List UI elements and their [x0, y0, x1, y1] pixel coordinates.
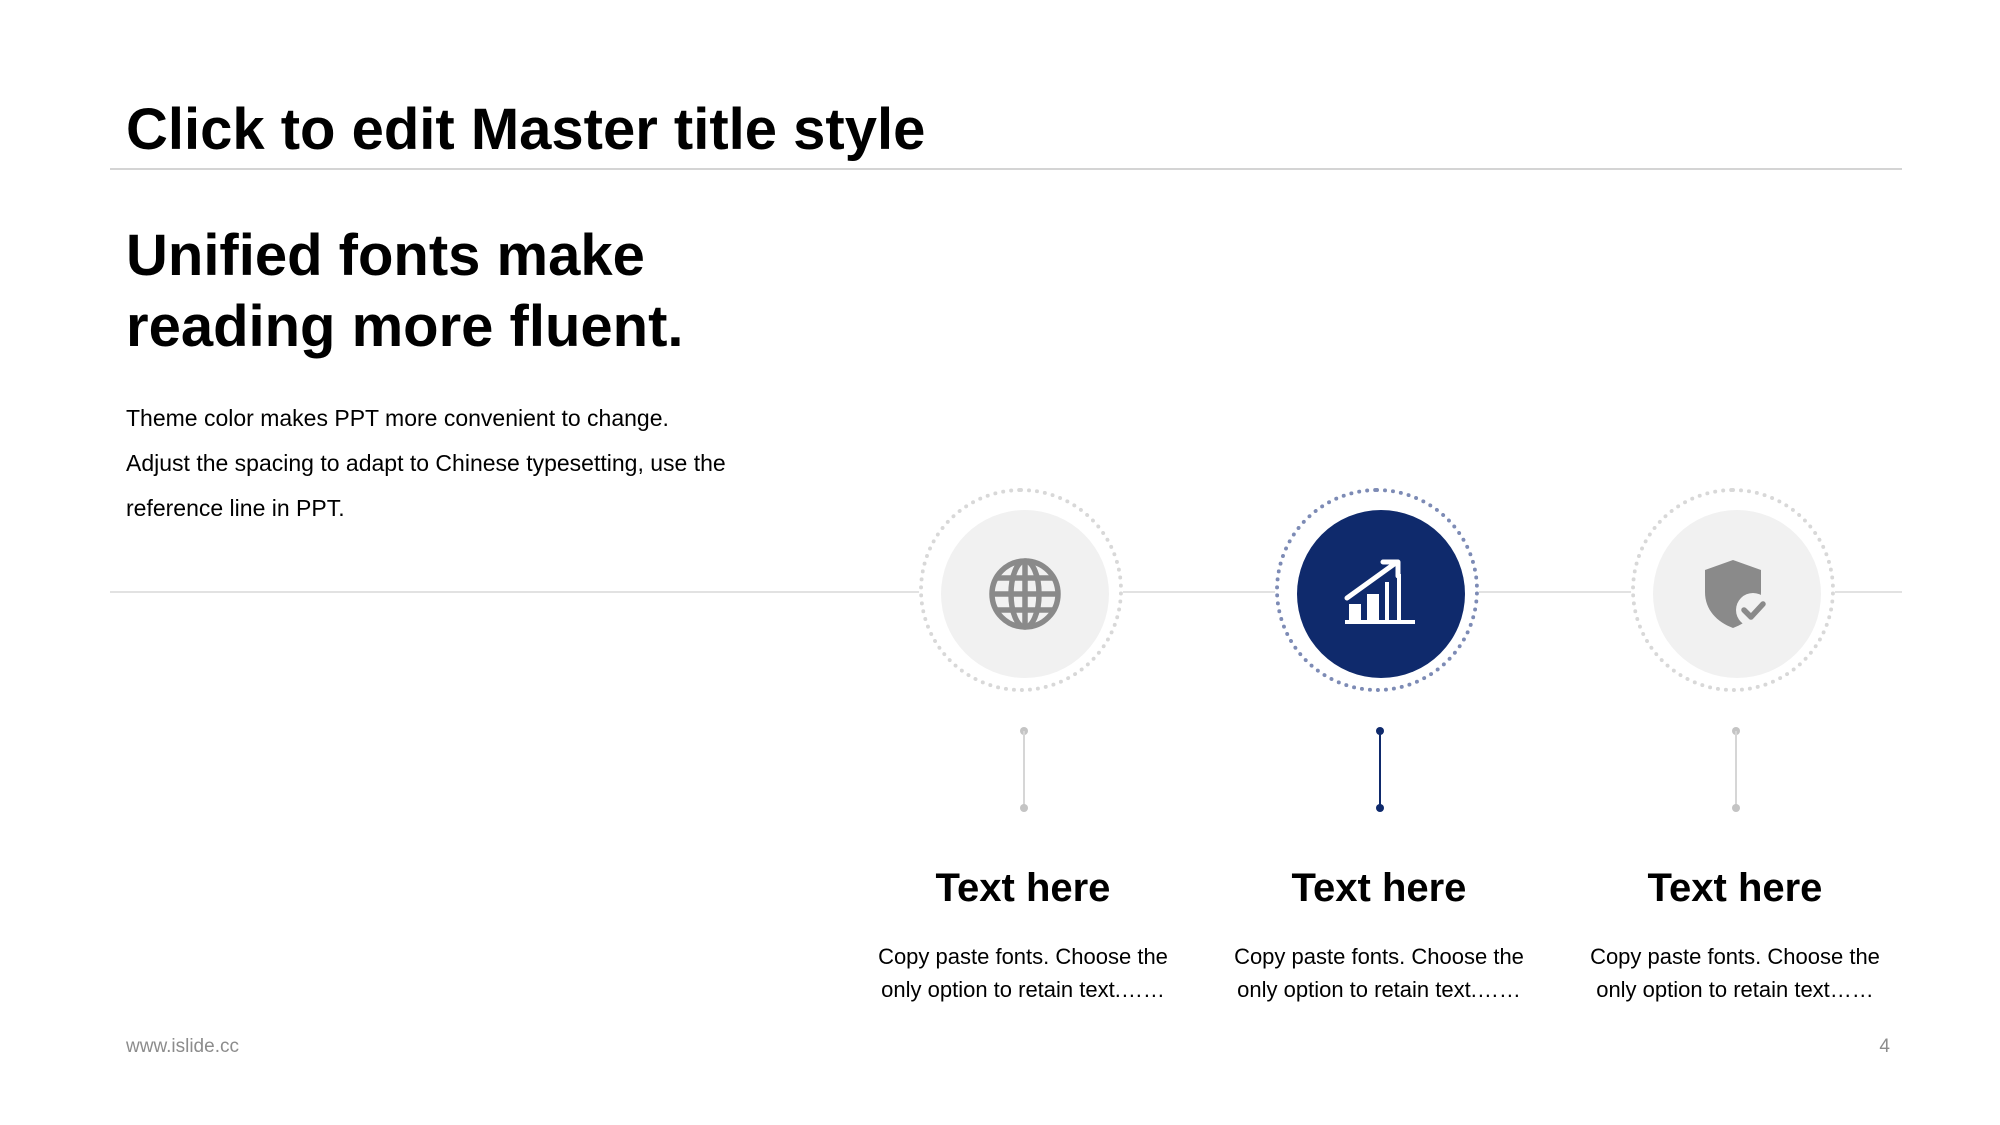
globe-icon — [989, 558, 1061, 630]
connector-line — [1735, 731, 1737, 805]
master-title[interactable]: Click to edit Master title style — [126, 96, 925, 164]
description-line: Copy paste fonts. Choose the — [1234, 944, 1524, 969]
connector-dot — [1732, 804, 1740, 812]
step-1: Text here Copy paste fonts. Choose the o… — [853, 488, 1193, 1008]
shield-check-icon — [1705, 560, 1770, 628]
step-3: Text here Copy paste fonts. Choose the o… — [1565, 488, 1905, 1008]
slide: Click to edit Master title style Unified… — [0, 0, 2000, 1125]
connector-dot — [1020, 804, 1028, 812]
title-divider — [110, 168, 1902, 170]
description-line: only option to retain text…… — [1596, 977, 1874, 1002]
page-number: 4 — [1879, 1036, 1890, 1057]
headline[interactable]: Unified fonts make reading more fluent. — [126, 220, 826, 362]
body-line: reference line in PPT. — [126, 495, 345, 521]
growth-chart-icon — [1344, 559, 1415, 624]
body-text[interactable]: Theme color makes PPT more convenient to… — [126, 396, 826, 531]
body-line: Theme color makes PPT more convenient to… — [126, 405, 669, 431]
description-line: only option to retain text.…… — [881, 977, 1165, 1002]
connector-dot — [1376, 804, 1384, 812]
connector-line — [1379, 731, 1381, 805]
body-line: Adjust the spacing to adapt to Chinese t… — [126, 450, 726, 476]
icon-disc[interactable] — [1297, 510, 1465, 678]
description-line: Copy paste fonts. Choose the — [878, 944, 1168, 969]
step-description[interactable]: Copy paste fonts. Choose the only option… — [1565, 940, 1905, 1006]
step-description[interactable]: Copy paste fonts. Choose the only option… — [853, 940, 1193, 1006]
description-line: Copy paste fonts. Choose the — [1590, 944, 1880, 969]
step-description[interactable]: Copy paste fonts. Choose the only option… — [1209, 940, 1549, 1006]
step-2: Text here Copy paste fonts. Choose the o… — [1209, 488, 1549, 1008]
connector-line — [1023, 731, 1025, 805]
icon-disc[interactable] — [1653, 510, 1821, 678]
step-title[interactable]: Text here — [1209, 864, 1549, 912]
step-title[interactable]: Text here — [1565, 864, 1905, 912]
icon-disc[interactable] — [941, 510, 1109, 678]
footer-url: www.islide.cc — [126, 1036, 239, 1057]
description-line: only option to retain text.…… — [1237, 977, 1521, 1002]
step-title[interactable]: Text here — [853, 864, 1193, 912]
